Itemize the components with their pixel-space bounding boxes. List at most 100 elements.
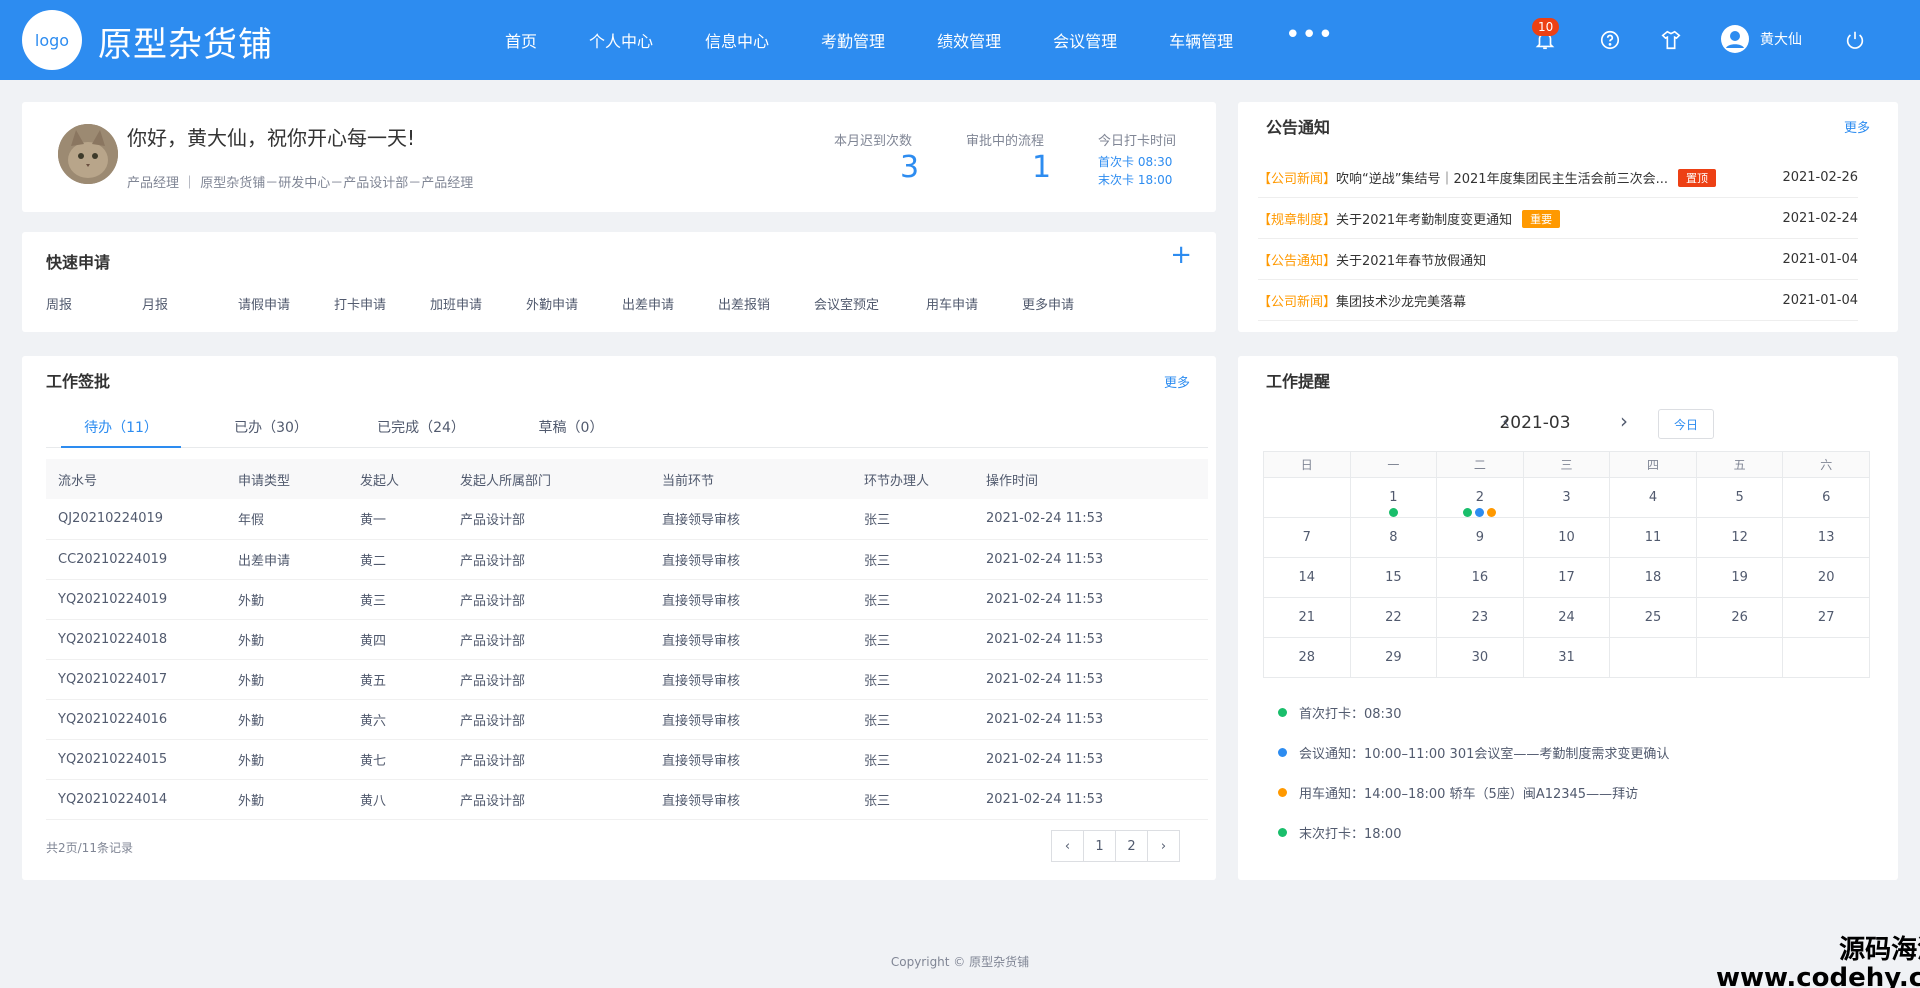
announcement-item[interactable]: 【公司新闻】 集团技术沙龙完美落幕 2021-01-04 — [1258, 281, 1858, 321]
quick-business-trip[interactable]: 出差申请 — [622, 294, 718, 313]
calendar-day[interactable]: 25 — [1610, 598, 1697, 638]
announcement-item[interactable]: 【规章制度】 关于2021年考勤制度变更通知 重要 2021-02-24 — [1258, 199, 1858, 239]
calendar-day[interactable]: 18 — [1610, 558, 1697, 598]
table-row[interactable]: CC20210224019 出差申请 黄二 产品设计部 直接领导审核 张三 2021-02-… — [46, 539, 1208, 579]
reminder-item[interactable]: 用车通知：14:00–18:00 轿车（5座）闽A12345——拜访 — [1278, 783, 1638, 802]
calendar-day[interactable]: 7 — [1264, 518, 1351, 558]
add-icon[interactable]: + — [1170, 240, 1192, 270]
user-menu[interactable]: 黄大仙 — [1720, 24, 1802, 54]
event-dots — [1351, 508, 1437, 517]
help-icon[interactable] — [1596, 26, 1624, 54]
tab-todo[interactable]: 待办（11） — [46, 406, 196, 448]
prev-page-icon[interactable]: ‹ — [1051, 830, 1084, 862]
table-row[interactable]: YQ20210224019 外勤 黄三 产品设计部 直接领导审核 张三 2021-02-24… — [46, 579, 1208, 619]
today-button[interactable]: 今日 — [1658, 409, 1714, 439]
pending-flow-value[interactable]: 1 — [1032, 150, 1051, 185]
calendar-day[interactable]: 21 — [1264, 598, 1351, 638]
calendar-day[interactable]: 31 — [1523, 638, 1611, 678]
tab-done[interactable]: 已办（30） — [196, 406, 346, 447]
table-cell: 直接领导审核 — [662, 713, 741, 729]
announcement-item[interactable]: 【公司新闻】 吹响“逆战”集结号｜2021年度集团民主生活会前三次会... 置顶 20… — [1258, 158, 1858, 198]
calendar-day[interactable]: 4 — [1610, 478, 1697, 518]
nav-attendance[interactable]: 考勤管理 — [821, 28, 885, 52]
reminder-item[interactable]: 会议通知：10:00–11:00 301会议室——考勤制度需求变更确认 — [1278, 743, 1669, 762]
next-page-icon[interactable]: › — [1147, 830, 1180, 862]
calendar-day[interactable]: 12 — [1696, 518, 1784, 558]
table-row[interactable]: YQ20210224015 外勤 黄七 产品设计部 直接领导审核 张三 2021-02-24… — [46, 739, 1208, 779]
nav-personal-center[interactable]: 个人中心 — [589, 28, 653, 52]
announcement-text[interactable]: 集团技术沙龙完美落幕 — [1336, 291, 1466, 310]
next-month-icon[interactable]: › — [1620, 409, 1628, 433]
table-cell: 黄一 — [360, 513, 387, 529]
calendar-day[interactable]: 1 — [1350, 478, 1438, 518]
skin-icon[interactable] — [1657, 26, 1685, 54]
calendar-day[interactable]: 8 — [1350, 518, 1438, 558]
calendar-day[interactable]: 3 — [1523, 478, 1611, 518]
calendar-day[interactable]: 14 — [1264, 558, 1351, 598]
calendar-blank — [1783, 638, 1870, 678]
calendar-day[interactable]: 6 — [1783, 478, 1870, 518]
calendar-day[interactable]: 16 — [1437, 558, 1524, 598]
pending-flow-label: 审批中的流程 — [966, 134, 1045, 149]
tab-completed[interactable]: 已完成（24） — [346, 406, 496, 447]
calendar-day[interactable]: 26 — [1696, 598, 1784, 638]
power-icon[interactable] — [1841, 26, 1869, 54]
announcement-text[interactable]: 关于2021年考勤制度变更通知 — [1336, 209, 1512, 228]
announcement-more-link[interactable]: 更多 — [1844, 117, 1870, 136]
announcement-text[interactable]: 吹响“逆战”集结号｜2021年度集团民主生活会前三次会... — [1336, 168, 1668, 187]
calendar-day[interactable]: 30 — [1437, 638, 1524, 678]
calendar-day[interactable]: 22 — [1350, 598, 1438, 638]
approval-more-link[interactable]: 更多 — [1164, 372, 1190, 391]
table-row[interactable]: YQ20210224017 外勤 黄五 产品设计部 直接领导审核 张三 2021-02-24… — [46, 659, 1208, 699]
quick-weekly-report[interactable]: 周报 — [46, 294, 142, 313]
page-1[interactable]: 1 — [1083, 830, 1116, 862]
calendar-day[interactable]: 27 — [1783, 598, 1870, 638]
announcement-item[interactable]: 【公告通知】 关于2021年春节放假通知 2021-01-04 — [1258, 240, 1858, 280]
main-nav: 首页 个人中心 信息中心 考勤管理 绩效管理 会议管理 车辆管理 ••• — [505, 0, 1334, 80]
reminder-item[interactable]: 末次打卡：18:00 — [1278, 823, 1401, 842]
table-row[interactable]: YQ20210224014 外勤 黄八 产品设计部 直接领导审核 张三 2021-02-24… — [46, 779, 1208, 819]
calendar-day[interactable]: 29 — [1350, 638, 1438, 678]
calendar-day[interactable]: 13 — [1783, 518, 1870, 558]
quick-vehicle[interactable]: 用车申请 — [926, 294, 1022, 313]
quick-more[interactable]: 更多申请 — [1022, 294, 1118, 313]
page-2[interactable]: 2 — [1115, 830, 1148, 862]
quick-overtime[interactable]: 加班申请 — [430, 294, 526, 313]
table-row[interactable]: YQ20210224018 外勤 黄四 产品设计部 直接领导审核 张三 2021-02-24… — [46, 619, 1208, 659]
quick-punch[interactable]: 打卡申请 — [334, 294, 430, 313]
calendar-day[interactable]: 9 — [1437, 518, 1524, 558]
nav-home[interactable]: 首页 — [505, 28, 537, 52]
quick-field-work[interactable]: 外勤申请 — [526, 294, 622, 313]
calendar-day[interactable]: 19 — [1696, 558, 1784, 598]
quick-room-booking[interactable]: 会议室预定 — [814, 294, 926, 313]
logo[interactable]: logo — [22, 10, 82, 70]
table-cell: 张三 — [864, 553, 891, 569]
calendar-day[interactable]: 28 — [1264, 638, 1351, 678]
calendar-day[interactable]: 2 — [1437, 478, 1524, 518]
table-cell: 张三 — [864, 593, 891, 609]
calendar-day[interactable]: 10 — [1523, 518, 1611, 558]
nav-vehicle[interactable]: 车辆管理 — [1169, 28, 1233, 52]
calendar-day[interactable]: 11 — [1610, 518, 1697, 558]
table-row[interactable]: QJ20210224019 年假 黄一 产品设计部 直接领导审核 张三 2021-02-24… — [46, 499, 1208, 539]
calendar-day[interactable]: 23 — [1437, 598, 1524, 638]
nav-more-icon[interactable]: ••• — [1285, 22, 1334, 48]
calendar-day[interactable]: 5 — [1696, 478, 1784, 518]
calendar-day[interactable]: 17 — [1523, 558, 1611, 598]
table-row[interactable]: YQ20210224016 外勤 黄六 产品设计部 直接领导审核 张三 2021-02-24… — [46, 699, 1208, 739]
calendar-day[interactable]: 20 — [1783, 558, 1870, 598]
quick-trip-reimburse[interactable]: 出差报销 — [718, 294, 814, 313]
calendar-day[interactable]: 24 — [1523, 598, 1611, 638]
quick-monthly-report[interactable]: 月报 — [142, 294, 238, 313]
nav-performance[interactable]: 绩效管理 — [937, 28, 1001, 52]
quick-leave[interactable]: 请假申请 — [238, 294, 334, 313]
calendar-day[interactable]: 15 — [1350, 558, 1438, 598]
first-punch: 首次卡 08:30 — [1098, 155, 1173, 169]
announcement-text[interactable]: 关于2021年春节放假通知 — [1336, 250, 1486, 269]
nav-info-center[interactable]: 信息中心 — [705, 28, 769, 52]
late-count-value[interactable]: 3 — [900, 150, 919, 185]
tab-drafts[interactable]: 草稿（0） — [496, 406, 646, 447]
nav-meeting[interactable]: 会议管理 — [1053, 28, 1117, 52]
reminder-item[interactable]: 首次打卡：08:30 — [1278, 703, 1401, 722]
avatar[interactable] — [58, 124, 118, 184]
